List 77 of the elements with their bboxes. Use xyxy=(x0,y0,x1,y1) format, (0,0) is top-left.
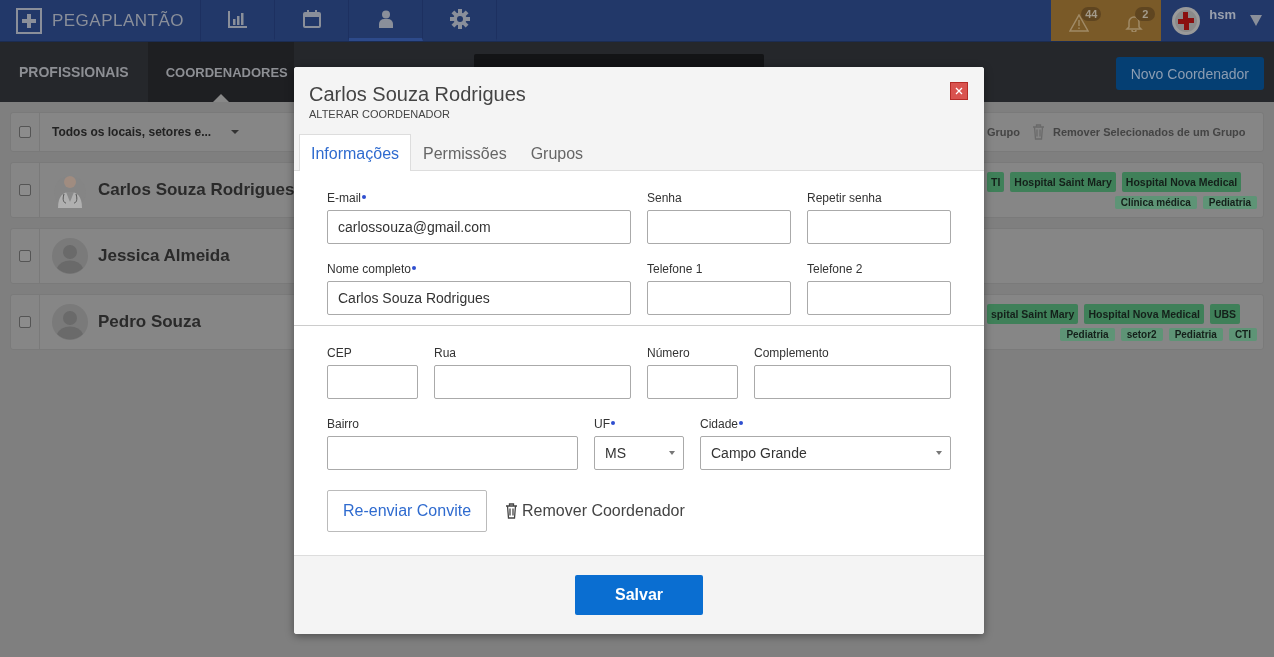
close-button[interactable] xyxy=(950,82,968,100)
filter-dropdown[interactable]: Todos os locais, setores e... xyxy=(40,113,252,151)
close-icon xyxy=(955,87,963,95)
caret-icon[interactable] xyxy=(1250,15,1262,26)
field-label: Telefone 1 xyxy=(647,262,704,276)
field-label: Nome completo xyxy=(327,262,631,276)
field-label: Número xyxy=(647,346,691,360)
remove-coordinator-button[interactable]: Remover Coordenador xyxy=(505,502,685,520)
field-label: Bairro xyxy=(327,417,360,431)
input-field[interactable] xyxy=(754,365,951,399)
coordinator-name: Carlos Souza Rodrigues xyxy=(98,180,295,200)
location-tag: UBS xyxy=(1209,303,1241,324)
input-field[interactable] xyxy=(647,365,738,399)
field-label: Senha xyxy=(647,191,683,205)
trash-icon xyxy=(1032,124,1045,140)
coordinator-name: Jessica Almeida xyxy=(98,246,230,266)
coordinator-name: Pedro Souza xyxy=(98,312,201,332)
avatar-icon xyxy=(52,304,88,340)
person-icon xyxy=(378,10,393,28)
field-label: Telefone 2 xyxy=(807,262,864,276)
bell-button[interactable] xyxy=(1125,13,1144,35)
avatar-icon[interactable] xyxy=(1171,5,1202,36)
sector-tag: Clínica médica xyxy=(1114,195,1197,209)
dialog-subtitle: ALTERAR COORDENADOR xyxy=(309,108,451,120)
select-field[interactable]: Campo Grande xyxy=(700,436,951,470)
sector-tag: Pediatria xyxy=(1168,327,1223,341)
field-label: Complemento xyxy=(754,346,830,360)
dialog-tab[interactable]: Permissões xyxy=(411,134,519,171)
logo-text: PEGAPLANTÃO xyxy=(51,10,184,31)
user-name[interactable]: hsm xyxy=(1209,7,1236,22)
field-label: E-mail xyxy=(327,191,631,205)
group-action[interactable]: Remover Selecionados de um Grupo xyxy=(1032,124,1246,140)
checkbox[interactable] xyxy=(19,126,31,138)
sector-tag: Pediatria xyxy=(1060,327,1115,341)
input-field[interactable] xyxy=(434,365,631,399)
input-field[interactable]: carlossouza@gmail.com xyxy=(327,210,631,244)
group-action[interactable]: Grupo xyxy=(987,126,1020,138)
checkbox[interactable] xyxy=(19,184,31,196)
location-tag: spital Saint Mary xyxy=(987,303,1079,324)
save-button[interactable]: Salvar xyxy=(575,575,703,615)
new-coordinator-button[interactable]: Novo Coordenador xyxy=(1115,57,1264,90)
dialog-tab[interactable]: Grupos xyxy=(518,134,596,171)
logo-icon xyxy=(16,7,42,34)
input-field[interactable] xyxy=(327,436,578,470)
field-label: Rua xyxy=(434,346,457,360)
field-label: UF xyxy=(594,417,684,431)
dialog-title: Carlos Souza Rodrigues xyxy=(309,83,526,106)
sector-tag: CTI xyxy=(1228,327,1257,341)
input-field[interactable] xyxy=(327,365,418,399)
resend-invite-button[interactable]: Re-enviar Convite xyxy=(327,490,488,532)
location-tag: Hospital Nova Medical xyxy=(1084,303,1204,324)
avatar-icon xyxy=(52,238,88,274)
input-field[interactable]: Carlos Souza Rodrigues xyxy=(327,281,631,315)
trash-icon xyxy=(505,503,519,519)
count-badge: 2 xyxy=(1135,6,1156,21)
input-field[interactable] xyxy=(647,281,791,315)
location-tag: TI xyxy=(987,171,1005,192)
input-field[interactable] xyxy=(807,210,951,244)
input-field[interactable] xyxy=(807,281,951,315)
checkbox[interactable] xyxy=(19,316,31,328)
sector-tag: Pediatria xyxy=(1202,195,1257,209)
checkbox[interactable] xyxy=(19,250,31,262)
select-field[interactable]: MS xyxy=(594,436,684,470)
dialog-tab[interactable]: Informações xyxy=(299,134,412,171)
field-label: Repetir senha xyxy=(807,191,883,205)
bell-icon xyxy=(1125,13,1144,32)
field-label: Cidade xyxy=(700,417,951,431)
settings-icon xyxy=(449,9,470,29)
field-label: CEP xyxy=(327,346,353,360)
location-tag: Hospital Nova Medical xyxy=(1121,171,1242,192)
location-tag: Hospital Saint Mary xyxy=(1010,171,1116,192)
calendar-icon xyxy=(302,10,321,28)
input-field[interactable] xyxy=(647,210,791,244)
section-tab[interactable]: COORDENADORES xyxy=(147,42,294,102)
count-badge: 44 xyxy=(1081,6,1102,21)
sector-tag: setor2 xyxy=(1120,327,1163,341)
bar-chart-icon xyxy=(227,10,248,28)
